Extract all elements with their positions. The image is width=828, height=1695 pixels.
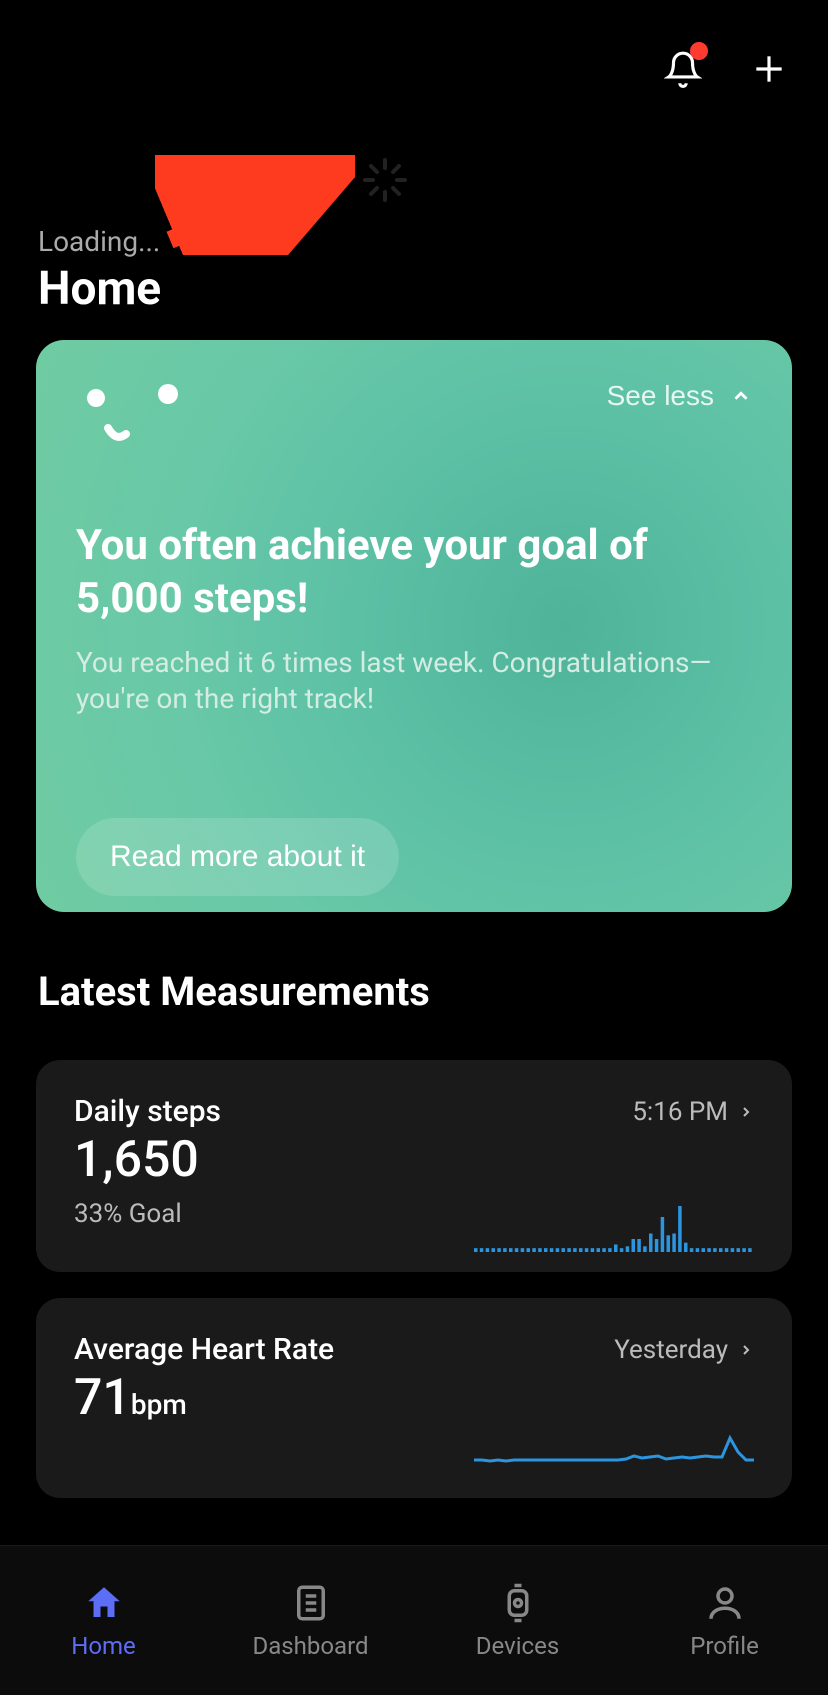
nav-home[interactable]: Home bbox=[0, 1546, 207, 1695]
read-more-button[interactable]: Read more about it bbox=[76, 818, 399, 896]
nav-home-label: Home bbox=[71, 1632, 136, 1660]
dashboard-icon bbox=[290, 1582, 332, 1624]
insight-card: See less You often achieve your goal of … bbox=[36, 340, 792, 912]
smiley-icon bbox=[76, 380, 186, 460]
add-button[interactable] bbox=[750, 50, 788, 92]
chevron-right-icon bbox=[738, 1104, 754, 1120]
page-title: Home bbox=[38, 262, 161, 316]
notifications-button[interactable] bbox=[664, 48, 702, 94]
nav-dashboard[interactable]: Dashboard bbox=[207, 1546, 414, 1695]
nav-devices-label: Devices bbox=[476, 1632, 559, 1660]
bottom-nav: Home Dashboard Devices Profile bbox=[0, 1545, 828, 1695]
annotation-arrow bbox=[155, 155, 355, 255]
heart-label: Average Heart Rate bbox=[74, 1332, 334, 1367]
see-less-label: See less bbox=[607, 380, 714, 412]
steps-time: 5:16 PM bbox=[632, 1097, 728, 1127]
notification-dot bbox=[690, 42, 708, 60]
insight-subtitle: You reached it 6 times last week. Congra… bbox=[76, 645, 752, 718]
home-icon bbox=[83, 1582, 125, 1624]
heart-rate-card[interactable]: Average Heart Rate Yesterday 71bpm bbox=[36, 1298, 792, 1498]
chevron-right-icon bbox=[738, 1342, 754, 1358]
nav-profile-label: Profile bbox=[690, 1632, 759, 1660]
steps-sparkline bbox=[474, 1204, 754, 1252]
daily-steps-card[interactable]: Daily steps 5:16 PM 1,650 33% Goal bbox=[36, 1060, 792, 1272]
section-title: Latest Measurements bbox=[38, 968, 430, 1015]
plus-icon bbox=[750, 50, 788, 88]
heart-value: 71bpm bbox=[74, 1369, 754, 1427]
steps-value: 1,650 bbox=[74, 1131, 754, 1189]
heart-time: Yesterday bbox=[614, 1335, 728, 1365]
nav-devices[interactable]: Devices bbox=[414, 1546, 621, 1695]
nav-dashboard-label: Dashboard bbox=[252, 1632, 368, 1660]
chevron-up-icon bbox=[730, 385, 752, 407]
devices-icon bbox=[497, 1582, 539, 1624]
profile-icon bbox=[704, 1582, 746, 1624]
heart-sparkline bbox=[474, 1430, 754, 1474]
nav-profile[interactable]: Profile bbox=[621, 1546, 828, 1695]
loading-label: Loading... bbox=[38, 225, 161, 258]
insight-title: You often achieve your goal of 5,000 ste… bbox=[76, 520, 752, 625]
loading-spinner-icon bbox=[360, 155, 410, 205]
see-less-button[interactable]: See less bbox=[607, 380, 752, 412]
steps-label: Daily steps bbox=[74, 1094, 221, 1129]
